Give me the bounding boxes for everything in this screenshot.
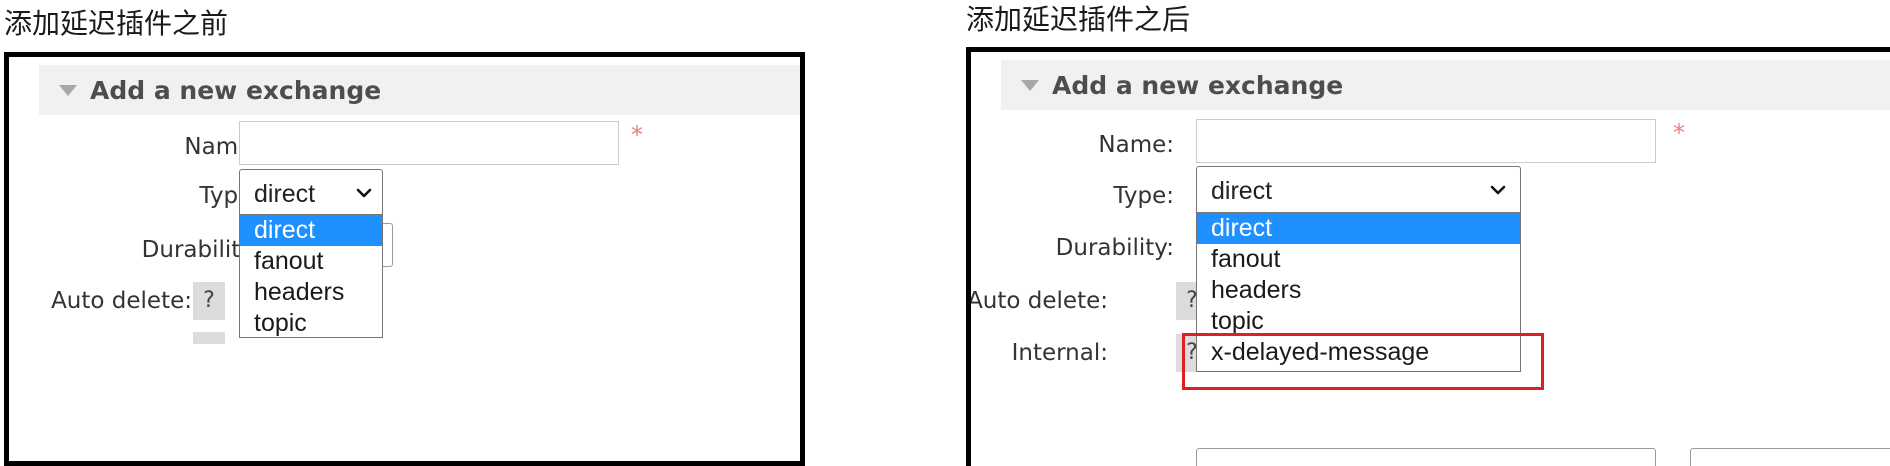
type-option[interactable]: fanout [240, 246, 382, 277]
type-option[interactable]: direct [240, 215, 382, 246]
type-option[interactable]: topic [240, 308, 382, 339]
caption-before: 添加延迟插件之前 [4, 7, 229, 40]
type-option[interactable]: headers [1197, 275, 1520, 306]
auto-delete-label: Auto delete: [967, 288, 1108, 314]
type-option[interactable]: fanout [1197, 244, 1520, 275]
required-mark: * [631, 121, 643, 149]
panel-title: Add a new exchange [90, 76, 382, 105]
type-label: Type: [1113, 183, 1174, 209]
required-mark: * [1673, 119, 1685, 147]
triangle-down-icon[interactable] [59, 85, 77, 96]
panel-after: Add a new exchange Name: * Type: direct … [966, 47, 1890, 466]
auto-delete-label: Auto delete: [51, 288, 192, 314]
name-input[interactable] [1196, 119, 1656, 163]
internal-label: Internal: [1011, 340, 1108, 366]
chevron-down-icon [1490, 185, 1506, 195]
triangle-down-icon[interactable] [1021, 80, 1039, 91]
durability-label: Durability: [1055, 235, 1174, 261]
type-select-value: direct [1211, 177, 1273, 205]
type-option[interactable]: direct [1197, 213, 1520, 244]
chevron-down-icon [356, 188, 372, 198]
highlight-box [1182, 333, 1544, 390]
type-dropdown[interactable]: direct fanout headers topic [239, 214, 383, 338]
name-label: Name: [1098, 132, 1174, 158]
caption-after: 添加延迟插件之后 [966, 3, 1191, 36]
help-button-partial[interactable] [193, 332, 225, 344]
type-select[interactable]: direct [239, 169, 383, 219]
type-option[interactable]: headers [240, 277, 382, 308]
panel-header[interactable]: Add a new exchange [39, 65, 800, 115]
panel-header[interactable]: Add a new exchange [1001, 60, 1890, 110]
type-select-value: direct [254, 180, 316, 208]
panel-title: Add a new exchange [1052, 71, 1344, 100]
type-select[interactable]: direct [1196, 166, 1521, 216]
auto-delete-help-button[interactable]: ? [193, 282, 225, 320]
name-input[interactable] [239, 121, 619, 165]
arguments-input[interactable] [1196, 448, 1656, 466]
arguments-value-input[interactable] [1690, 448, 1890, 466]
panel-before: Add a new exchange Name: * Type: direct … [4, 52, 805, 466]
